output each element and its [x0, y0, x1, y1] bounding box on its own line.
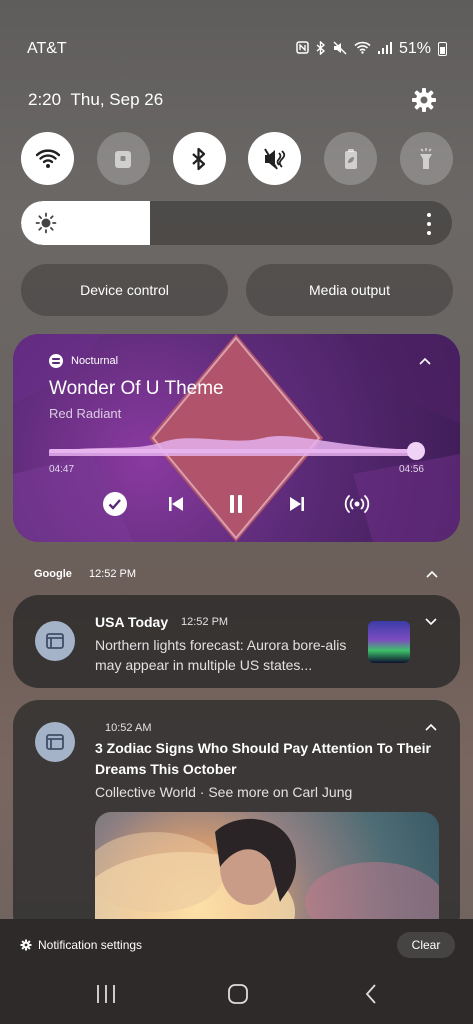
flashlight-icon: [420, 147, 433, 169]
sun-icon: [35, 212, 57, 234]
news-app-icon: [35, 722, 75, 762]
media-app-name: Nocturnal: [71, 355, 119, 367]
media-player-card[interactable]: Nocturnal Wonder Of U Theme Red Radiant …: [13, 334, 460, 542]
power-saving-toggle[interactable]: [324, 132, 378, 185]
date: Thu, Sep 26: [70, 90, 164, 109]
chevron-down-icon[interactable]: [424, 615, 438, 629]
current-time: 04:47: [49, 464, 75, 475]
next-button[interactable]: [283, 490, 311, 518]
bluetooth-toggle[interactable]: [172, 132, 226, 185]
home-icon: [228, 984, 248, 1004]
clear-button[interactable]: Clear: [397, 932, 455, 958]
media-output-button[interactable]: Media output: [246, 264, 453, 316]
notification-group-app: Google: [34, 568, 72, 580]
device-control-button[interactable]: Device control: [21, 264, 228, 316]
aurora-thumbnail: [368, 621, 410, 663]
notification-settings-label: Notification settings: [38, 938, 143, 952]
chevron-up-icon[interactable]: [418, 354, 432, 368]
bluetooth-status-icon: [316, 39, 326, 58]
notification-source: USA Today: [95, 614, 169, 630]
notification-title: 3 Zodiac Signs Who Should Pay Attention …: [95, 740, 431, 777]
broadcast-icon: [344, 495, 370, 513]
spotify-icon: [49, 354, 63, 368]
cast-button[interactable]: [343, 490, 371, 518]
notification-group-time: 12:52 PM: [88, 568, 137, 580]
settings-gear-icon[interactable]: [410, 86, 438, 114]
previous-button[interactable]: [162, 490, 190, 518]
notification-footer: Notification settings Clear: [0, 919, 473, 1024]
wifi-icon: [35, 148, 60, 168]
quick-settings-row: [21, 132, 453, 185]
notification-body: Northern lights forecast: Aurora bore-al…: [95, 637, 347, 673]
status-bar: AT&T 51%: [27, 38, 447, 60]
wifi-status-icon: [354, 41, 371, 57]
media-artist: Red Radiant: [49, 406, 122, 421]
newspaper-icon: [46, 633, 64, 649]
pause-icon: [230, 495, 242, 513]
nfc-icon: [296, 41, 309, 57]
newspaper-icon: [46, 734, 64, 750]
more-options-icon[interactable]: [426, 213, 432, 235]
recents-icon: [97, 985, 115, 1003]
gear-icon: [20, 939, 32, 951]
notification-card[interactable]: 10:52 AM 3 Zodiac Signs Who Should Pay A…: [13, 700, 460, 940]
carrier-name: AT&T: [27, 40, 67, 57]
chevron-up-icon[interactable]: [425, 567, 439, 581]
skip-previous-icon: [168, 497, 183, 511]
brightness-slider[interactable]: [21, 201, 452, 245]
media-app: Nocturnal: [49, 354, 118, 368]
notification-group-header[interactable]: Google 12:52 PM: [34, 567, 439, 581]
back-icon: [365, 984, 376, 1004]
check-circle-icon: [103, 492, 127, 516]
progress-thumb[interactable]: [406, 442, 425, 460]
chevron-up-icon[interactable]: [424, 720, 438, 734]
back-button[interactable]: [358, 982, 384, 1006]
home-button[interactable]: [225, 982, 251, 1006]
media-progress-bar[interactable]: [49, 442, 425, 460]
pill-row: Device control Media output: [21, 264, 453, 316]
notification-settings-button[interactable]: Notification settings: [20, 938, 142, 952]
notification-card[interactable]: USA Today 12:52 PM Northern lights forec…: [13, 595, 460, 688]
skip-next-icon: [289, 497, 304, 511]
like-button[interactable]: [101, 490, 129, 518]
battery-leaf-icon: [344, 148, 357, 169]
lock-icon: [115, 150, 132, 168]
notification-time: 12:52 PM: [181, 616, 229, 628]
media-title: Wonder Of U Theme: [49, 378, 224, 399]
total-time: 04:56: [398, 464, 424, 475]
mute-status-icon: [333, 41, 347, 58]
flashlight-toggle[interactable]: [399, 132, 453, 185]
sound-mute-toggle[interactable]: [248, 132, 302, 185]
navigation-bar: [0, 979, 473, 1009]
bluetooth-icon: [192, 147, 206, 170]
notification-subtitle: Collective World · See more on Carl Jung: [95, 784, 353, 800]
date-time: 2:20 Thu, Sep 26: [28, 90, 163, 110]
lock-toggle[interactable]: [96, 132, 150, 185]
mute-icon: [264, 147, 286, 170]
clock: 2:20: [28, 90, 62, 109]
signal-icon: [377, 41, 392, 57]
progress-fill: [49, 449, 416, 453]
notification-time: 10:52 AM: [105, 722, 152, 734]
news-app-icon: [35, 621, 75, 661]
status-icons: 51%: [296, 39, 447, 58]
battery-percent: 51%: [398, 40, 431, 57]
media-controls: [101, 490, 371, 518]
recents-button[interactable]: [93, 982, 119, 1006]
pause-button[interactable]: [222, 490, 250, 518]
battery-icon: [438, 42, 447, 56]
wifi-toggle[interactable]: [21, 132, 74, 185]
